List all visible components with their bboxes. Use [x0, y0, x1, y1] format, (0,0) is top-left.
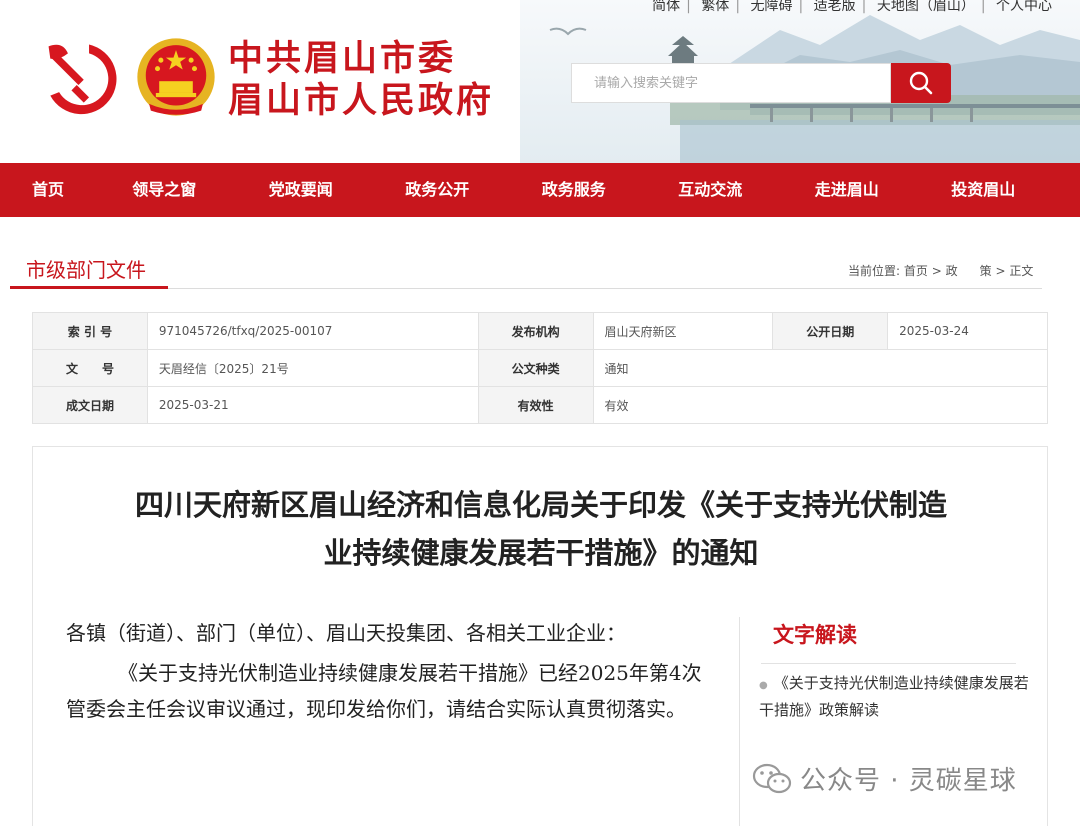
table-row: 索 引 号 971045726/tfxq/2025-00107 发布机构 眉山天… — [32, 312, 1048, 350]
nav-interaction[interactable]: 互动交流 — [642, 163, 779, 217]
main-nav: 首页 领导之窗 党政要闻 政务公开 政务服务 互动交流 走进眉山 投资眉山 — [0, 163, 1080, 217]
document-title: 四川天府新区眉山经济和信息化局关于印发《关于支持光伏制造 业持续健康发展若干措施… — [93, 481, 989, 577]
top-links: 简体 | 繁体 | 无障碍 | 适老版 | 天地图（眉山） | 个人中心 — [646, 0, 1058, 15]
link-accessibility[interactable]: 无障碍 — [744, 0, 798, 14]
document-title-line1: 四川天府新区眉山经济和信息化局关于印发《关于支持光伏制造 — [134, 488, 947, 522]
search-input[interactable] — [571, 63, 891, 103]
body-paragraph: 《关于支持光伏制造业持续健康发展若干措施》已经2025年第4次管委会主任会议审议… — [66, 661, 702, 721]
link-map[interactable]: 天地图（眉山） — [871, 0, 981, 14]
nav-about-meishan[interactable]: 走进眉山 — [779, 163, 916, 217]
site-title-line1: 中共眉山市委 — [228, 38, 457, 79]
link-elderly-mode[interactable]: 适老版 — [808, 0, 862, 14]
sidebar-title: 文字解读 — [773, 623, 857, 647]
breadcrumb: 当前位置: 首页 > 政策 > 正文 — [848, 264, 1034, 278]
wechat-watermark: 公众号 · 灵碳星球 — [752, 760, 1017, 797]
breadcrumb-current: 正文 — [1009, 264, 1034, 278]
breadcrumb-prefix: 当前位置: — [848, 264, 901, 278]
meta-label: 公开日期 — [772, 312, 889, 350]
meta-label: 文 号 — [32, 349, 148, 387]
meta-label: 成文日期 — [32, 386, 148, 424]
meta-value: 2025-03-21 — [146, 386, 479, 424]
meta-value: 通知 — [592, 349, 1048, 387]
nav-investment[interactable]: 投资眉山 — [915, 163, 1052, 217]
search-button[interactable] — [891, 63, 951, 103]
meta-label: 发布机构 — [477, 312, 594, 350]
column-divider — [739, 617, 740, 826]
link-traditional[interactable]: 繁体 — [695, 0, 735, 14]
table-row: 文 号 天眉经信〔2025〕21号 公文种类 通知 — [32, 349, 1048, 387]
document-meta-table: 索 引 号 971045726/tfxq/2025-00107 发布机构 眉山天… — [32, 312, 1048, 424]
sidebar-link-interpretation[interactable]: ● 《关于支持光伏制造业持续健康发展若干措施》政策解读 — [759, 671, 1029, 722]
meta-value: 眉山天府新区 — [592, 312, 774, 350]
watermark-text: 公众号 · 灵碳星球 — [800, 766, 1017, 796]
nav-gov-disclosure[interactable]: 政务公开 — [369, 163, 506, 217]
meta-value: 天眉经信〔2025〕21号 — [146, 349, 479, 387]
bullet-icon: ● — [759, 680, 768, 691]
site-title: 中共眉山市委 眉山市人民政府 — [228, 38, 494, 122]
nav-home[interactable]: 首页 — [0, 163, 96, 217]
section-title: 市级部门文件 — [26, 258, 146, 282]
nav-news[interactable]: 党政要闻 — [233, 163, 370, 217]
sidebar-link-label[interactable]: 《关于支持光伏制造业持续健康发展若干措施》政策解读 — [759, 674, 1029, 719]
meta-value: 有效 — [592, 386, 1048, 424]
national-emblem-icon — [137, 38, 215, 116]
document-body: 各镇（街道）、部门（单位）、眉山天投集团、各相关工业企业： 《关于支持光伏制造业… — [66, 615, 706, 727]
document-title-line2: 业持续健康发展若干措施》的通知 — [323, 536, 759, 570]
breadcrumb-home[interactable]: 首页 — [904, 264, 928, 278]
link-user-center[interactable]: 个人中心 — [990, 0, 1058, 14]
nav-leaders[interactable]: 领导之窗 — [96, 163, 233, 217]
sidebar-divider — [761, 663, 1016, 664]
breadcrumb-policy-part2[interactable]: 策 — [980, 264, 992, 278]
meta-value: 2025-03-24 — [887, 312, 1048, 350]
section-divider-accent — [10, 286, 168, 289]
wechat-icon — [752, 763, 792, 793]
meta-value: 971045726/tfxq/2025-00107 — [146, 312, 479, 350]
site-header: 简体 | 繁体 | 无障碍 | 适老版 | 天地图（眉山） | 个人中心 中共眉山市委 眉… — [0, 0, 1080, 163]
party-emblem-icon — [48, 44, 117, 115]
search-icon — [909, 71, 933, 95]
meta-label: 有效性 — [477, 386, 594, 424]
salutation: 各镇（街道）、部门（单位）、眉山天投集团、各相关工业企业： — [66, 621, 626, 645]
table-row: 成文日期 2025-03-21 有效性 有效 — [32, 386, 1048, 424]
link-simplified[interactable]: 简体 — [646, 0, 686, 14]
site-title-line2: 眉山市人民政府 — [228, 80, 495, 121]
meta-label: 索 引 号 — [32, 312, 148, 350]
search-bar — [571, 63, 951, 103]
nav-gov-services[interactable]: 政务服务 — [506, 163, 643, 217]
meta-label: 公文种类 — [477, 349, 594, 387]
breadcrumb-policy-part1[interactable]: 政 — [946, 264, 958, 278]
